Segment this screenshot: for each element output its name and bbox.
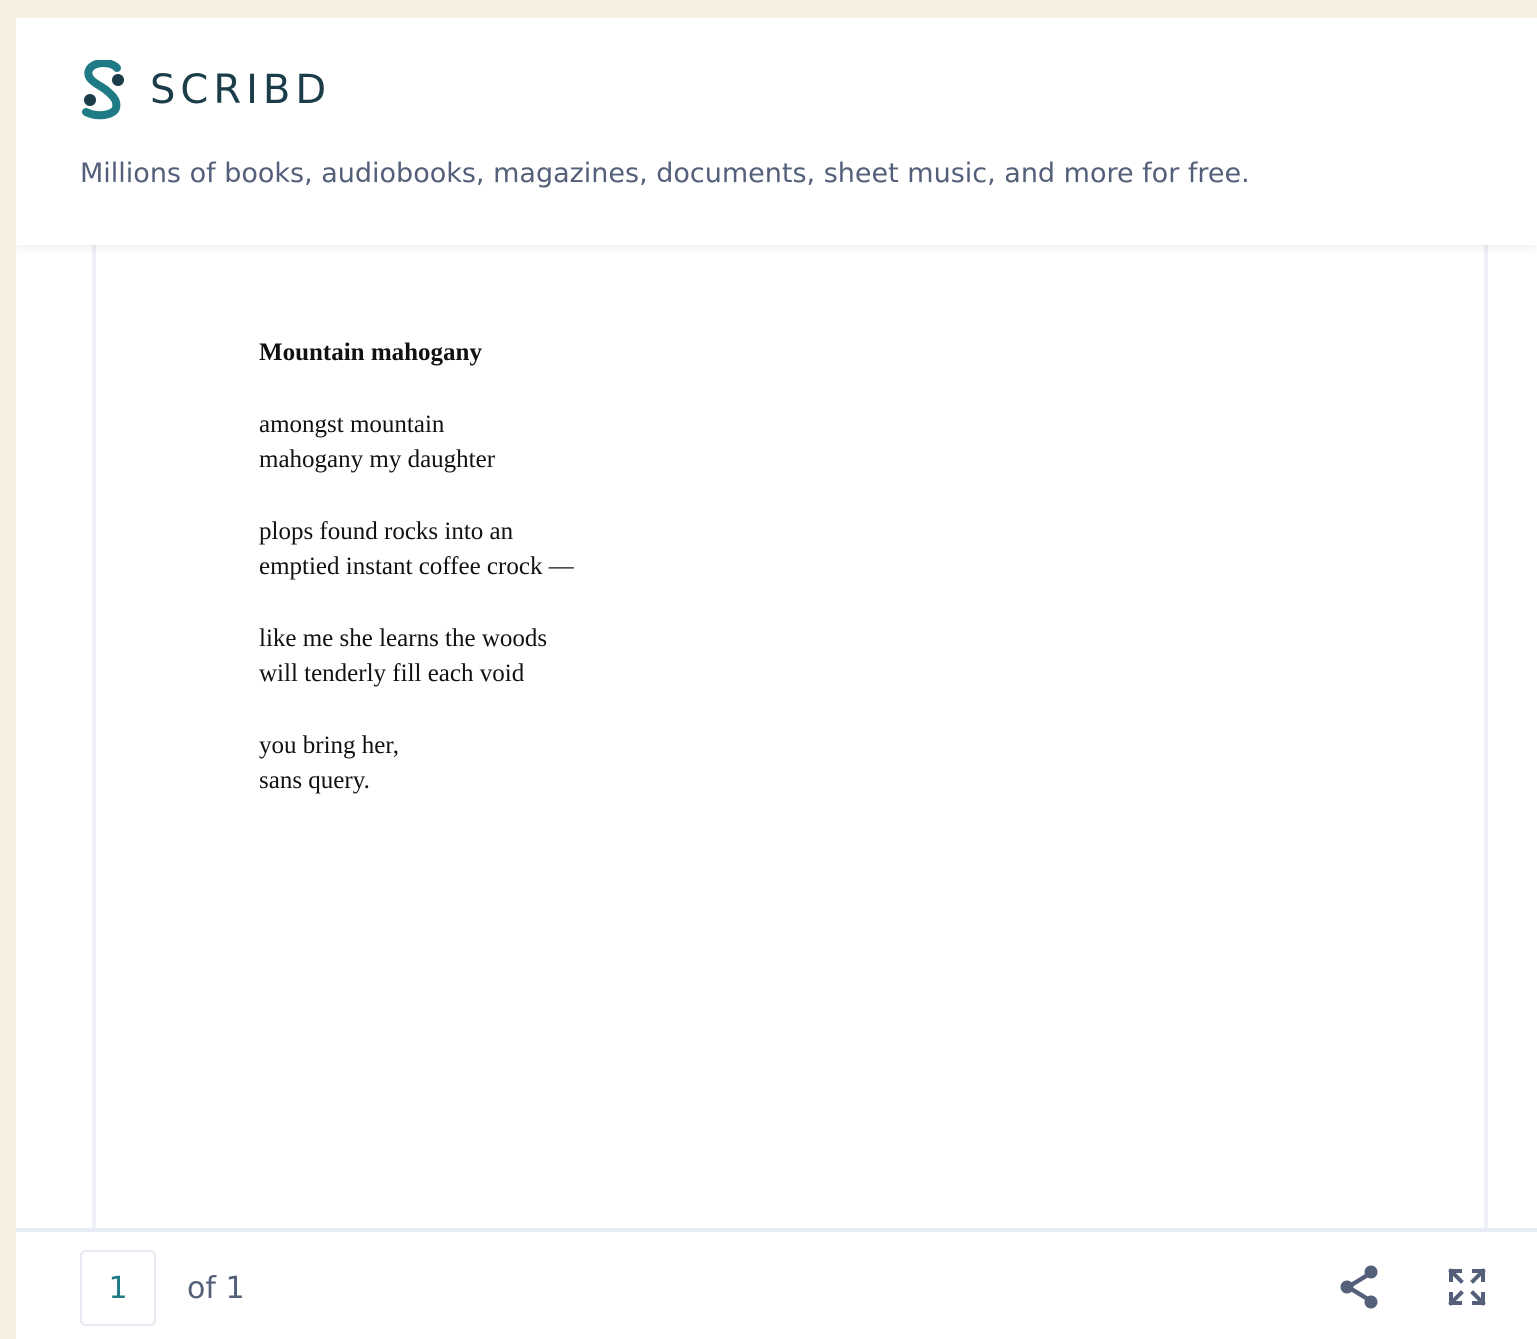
viewer-toolbar: 1 of 1 bbox=[16, 1228, 1537, 1339]
stanza: amongst mountain mahogany my daughter bbox=[259, 407, 574, 478]
poem-line: emptied instant coffee crock — bbox=[259, 553, 574, 580]
poem-title: Mountain mahogany bbox=[259, 339, 482, 366]
embed-header: SCRIBD Millions of books, audiobooks, ma… bbox=[16, 18, 1537, 245]
poem-line: like me she learns the woods bbox=[259, 624, 548, 652]
scribd-logo-icon bbox=[82, 60, 124, 120]
poem-line: will tenderly fill each void bbox=[259, 660, 525, 687]
page-total-label: of 1 bbox=[187, 1271, 245, 1306]
stanza: you bring her, sans query. bbox=[259, 728, 574, 799]
stanza: plops found rocks into an emptied instan… bbox=[259, 514, 574, 585]
fullscreen-icon bbox=[1448, 1268, 1486, 1306]
logo-wordmark: SCRIBD bbox=[150, 67, 332, 113]
page-number-input[interactable]: 1 bbox=[80, 1250, 156, 1326]
scribd-logo[interactable]: SCRIBD bbox=[80, 60, 331, 120]
share-button[interactable] bbox=[1335, 1262, 1385, 1312]
poem-line: plops found rocks into an bbox=[259, 517, 514, 545]
tagline: Millions of books, audiobooks, magazines… bbox=[80, 158, 1250, 189]
document-page: Mountain mahogany amongst mountain mahog… bbox=[92, 245, 1488, 1228]
document-viewer: Mountain mahogany amongst mountain mahog… bbox=[16, 245, 1537, 1228]
fullscreen-button[interactable] bbox=[1442, 1262, 1492, 1312]
share-icon bbox=[1340, 1265, 1378, 1309]
poem-line: mahogany my daughter bbox=[259, 446, 496, 473]
poem: Mountain mahogany amongst mountain mahog… bbox=[259, 335, 574, 835]
poem-line: sans query. bbox=[259, 767, 370, 794]
poem-line: you bring her, bbox=[259, 731, 399, 759]
poem-line: amongst mountain bbox=[259, 410, 445, 438]
scribd-embed: SCRIBD Millions of books, audiobooks, ma… bbox=[16, 18, 1537, 1339]
stanza: like me she learns the woods will tender… bbox=[259, 621, 574, 692]
